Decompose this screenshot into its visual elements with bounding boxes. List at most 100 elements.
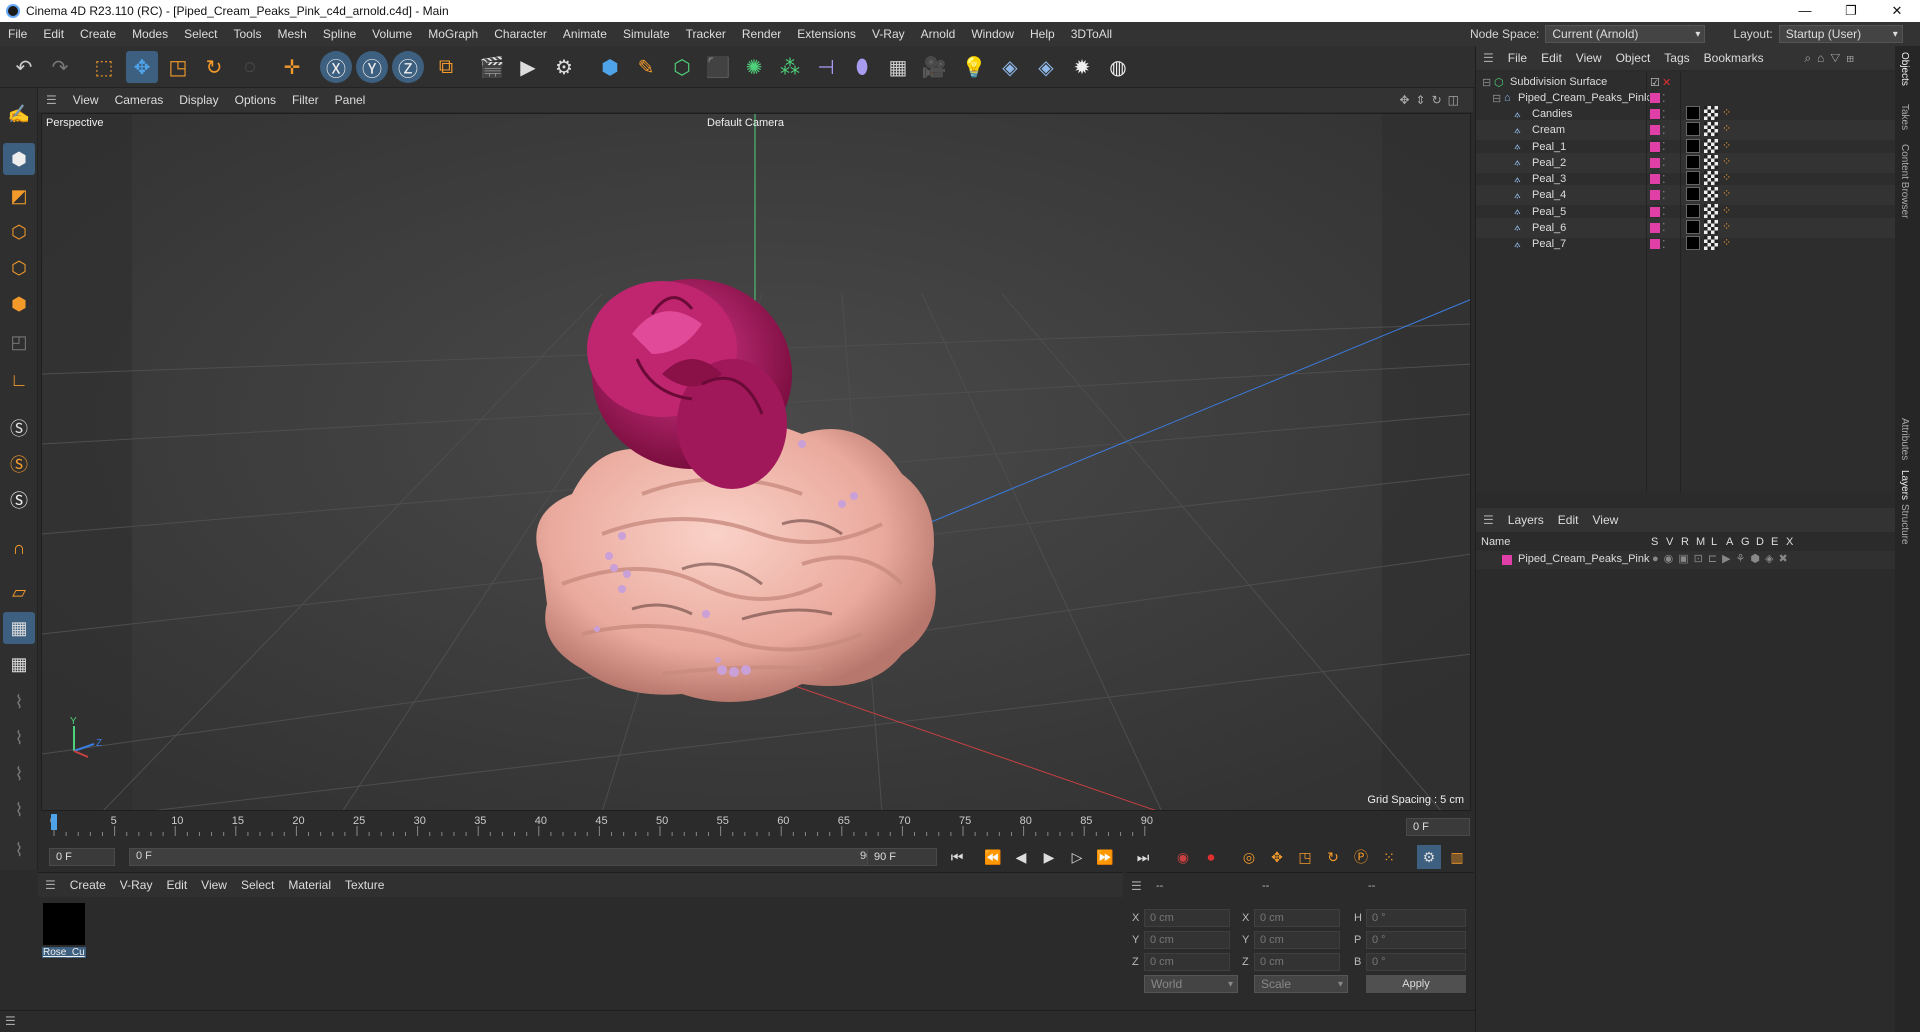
object-name[interactable]: Peal_1	[1532, 141, 1566, 153]
viewport-navigation-icons[interactable]: ✥⇕↻◫	[1399, 93, 1465, 107]
object-name[interactable]: Peal_3	[1532, 173, 1566, 185]
coordinate-space-dropdown[interactable]: World	[1144, 975, 1238, 993]
menu-tracker[interactable]: Tracker	[678, 27, 734, 41]
z-axis-icon[interactable]: Ⓩ	[392, 51, 424, 83]
python-icon[interactable]: ◈	[994, 51, 1026, 83]
object-menu-file[interactable]: File	[1501, 51, 1534, 65]
range-slider[interactable]: 0 F 90 F	[129, 848, 889, 866]
field-icon[interactable]: ⬮	[846, 51, 878, 83]
cube-icon[interactable]: ⬢	[594, 51, 626, 83]
current-frame-field[interactable]: 0 F	[1406, 818, 1470, 836]
smooth-tool-icon[interactable]: ⌇	[3, 794, 35, 826]
menu-modes[interactable]: Modes	[124, 27, 176, 41]
globe-icon[interactable]: ◍	[1102, 51, 1134, 83]
uv-tag-icon[interactable]	[1704, 138, 1718, 153]
menu-volume[interactable]: Volume	[364, 27, 420, 41]
menu-vray[interactable]: V-Ray	[864, 27, 913, 41]
layer-col-v[interactable]: V	[1666, 536, 1673, 548]
layer-color-icon[interactable]	[1650, 93, 1660, 103]
keyframe-selection-icon[interactable]: ◎	[1237, 845, 1261, 869]
grid-workplane-icon[interactable]: ▦	[3, 612, 35, 644]
object-menu-tags[interactable]: Tags	[1657, 51, 1696, 65]
viewport-menu-filter[interactable]: Filter	[284, 93, 327, 107]
x-axis-icon[interactable]: Ⓧ	[320, 51, 352, 83]
uv-tag-icon[interactable]	[1704, 154, 1718, 169]
material-swatch[interactable]	[43, 903, 85, 945]
material-menu-texture[interactable]: Texture	[338, 878, 391, 892]
object-menu-edit[interactable]: Edit	[1534, 51, 1569, 65]
menu-simulate[interactable]: Simulate	[615, 27, 678, 41]
material-tag-icon[interactable]	[1686, 236, 1700, 250]
texture-mode-icon[interactable]: ◩	[3, 180, 35, 212]
side-tab-objects[interactable]: Objects	[1899, 52, 1910, 86]
layer-name[interactable]: Piped_Cream_Peaks_Pink	[1518, 553, 1649, 565]
object-name[interactable]: Peal_2	[1532, 157, 1566, 169]
coordinate-mode-dropdown[interactable]: Scale	[1254, 975, 1348, 993]
arnold-tag-icon[interactable]: ⁘	[1722, 122, 1731, 135]
end-frame-field[interactable]: 90 F	[867, 848, 937, 866]
menu-select[interactable]: Select	[176, 27, 225, 41]
layer-color-icon[interactable]	[1650, 125, 1660, 136]
model-mode-icon[interactable]: ⬢	[3, 143, 35, 175]
move-tool-icon[interactable]: ✥	[126, 51, 158, 83]
light-icon[interactable]: 💡	[958, 51, 990, 83]
edit-check-icon[interactable]: ☑	[1650, 76, 1660, 89]
visibility-dots-icon[interactable]: ⁚	[1662, 124, 1666, 137]
menu-create[interactable]: Create	[72, 27, 124, 41]
menu-animate[interactable]: Animate	[555, 27, 615, 41]
go-to-end-icon[interactable]: ⏭	[1131, 845, 1155, 869]
viewport-menu-panel[interactable]: Panel	[327, 93, 374, 107]
visibility-dots-icon[interactable]: ⁚	[1662, 108, 1666, 121]
deformer-icon[interactable]: ⊣	[810, 51, 842, 83]
object-menu-view[interactable]: View	[1569, 51, 1609, 65]
next-key-icon[interactable]: ⏩	[1093, 845, 1117, 869]
layer-col-d[interactable]: D	[1756, 536, 1764, 548]
material-tag-icon[interactable]	[1686, 187, 1700, 202]
autokey-icon[interactable]: ⏺	[1199, 845, 1223, 869]
layer-color-icon[interactable]	[1650, 206, 1660, 217]
layer-col-g[interactable]: G	[1741, 536, 1750, 548]
locked-workplane-icon[interactable]: ▦	[3, 648, 35, 680]
layer-color-icon[interactable]	[1650, 239, 1660, 249]
arnold-tag-icon[interactable]: ⁘	[1722, 236, 1731, 249]
material-tag-icon[interactable]	[1686, 219, 1700, 234]
paint-mode-icon[interactable]: ✍	[3, 98, 35, 130]
uv-tag-icon[interactable]	[1704, 106, 1718, 120]
position-x-field[interactable]: 0 cm	[1144, 909, 1230, 927]
polygons-mode-icon[interactable]: ⬢	[3, 288, 35, 320]
y-axis-icon[interactable]: Ⓨ	[356, 51, 388, 83]
pen-spline-icon[interactable]: ✎	[630, 51, 662, 83]
points-mode-icon[interactable]: ⬡	[3, 216, 35, 248]
layer-menu-view[interactable]: View	[1585, 513, 1625, 527]
sculpt-tool-icon[interactable]: ⌇	[3, 834, 35, 866]
size-z-field[interactable]: 0 cm	[1254, 953, 1340, 971]
layer-flag-icons[interactable]: ●◉▣⊡⊏▶⚘⬢◈✖	[1652, 552, 1793, 565]
viewport-menu-display[interactable]: Display	[171, 93, 226, 107]
render-view-icon[interactable]: 🎬	[476, 51, 508, 83]
tree-collapse-icon[interactable]: ⊟	[1482, 76, 1491, 89]
menu-arnold[interactable]: Arnold	[913, 27, 964, 41]
arnold-tag-icon[interactable]: ⁘	[1722, 171, 1731, 184]
viewport-menu-view[interactable]: View	[65, 93, 107, 107]
visibility-dots-icon[interactable]: ⁚	[1662, 221, 1666, 234]
previous-key-icon[interactable]: ⏪	[981, 845, 1005, 869]
uv-tag-icon[interactable]	[1704, 203, 1718, 218]
settings-gear-icon[interactable]: ✹	[1066, 51, 1098, 83]
object-search-icons[interactable]: ⌕⌂▽⊞	[1804, 51, 1860, 66]
visibility-dots-icon[interactable]: ⁚	[1662, 205, 1666, 218]
menu-tools[interactable]: Tools	[225, 27, 269, 41]
material-hamburger-icon[interactable]: ☰	[38, 878, 63, 892]
redo-icon[interactable]: ↷	[44, 51, 76, 83]
perspective-viewport[interactable]: Y Z Perspective Default Camera Grid Spac…	[41, 113, 1471, 811]
layout-dropdown[interactable]: Startup (User)	[1778, 25, 1903, 43]
render-off-icon[interactable]: ✕	[1662, 76, 1671, 89]
object-menu-bookmarks[interactable]: Bookmarks	[1697, 51, 1771, 65]
menu-extensions[interactable]: Extensions	[789, 27, 864, 41]
object-name[interactable]: Peal_7	[1532, 238, 1566, 250]
uv-tag-icon[interactable]	[1704, 219, 1718, 234]
timeline-settings-icon[interactable]: ⚙	[1417, 845, 1441, 869]
material-name[interactable]: Rose_Cu	[42, 947, 86, 958]
visibility-dots-icon[interactable]: ⁚	[1662, 156, 1666, 169]
arnold-tag-icon[interactable]: ⁘	[1722, 139, 1731, 152]
edges-mode-icon[interactable]: ⬡	[3, 252, 35, 284]
